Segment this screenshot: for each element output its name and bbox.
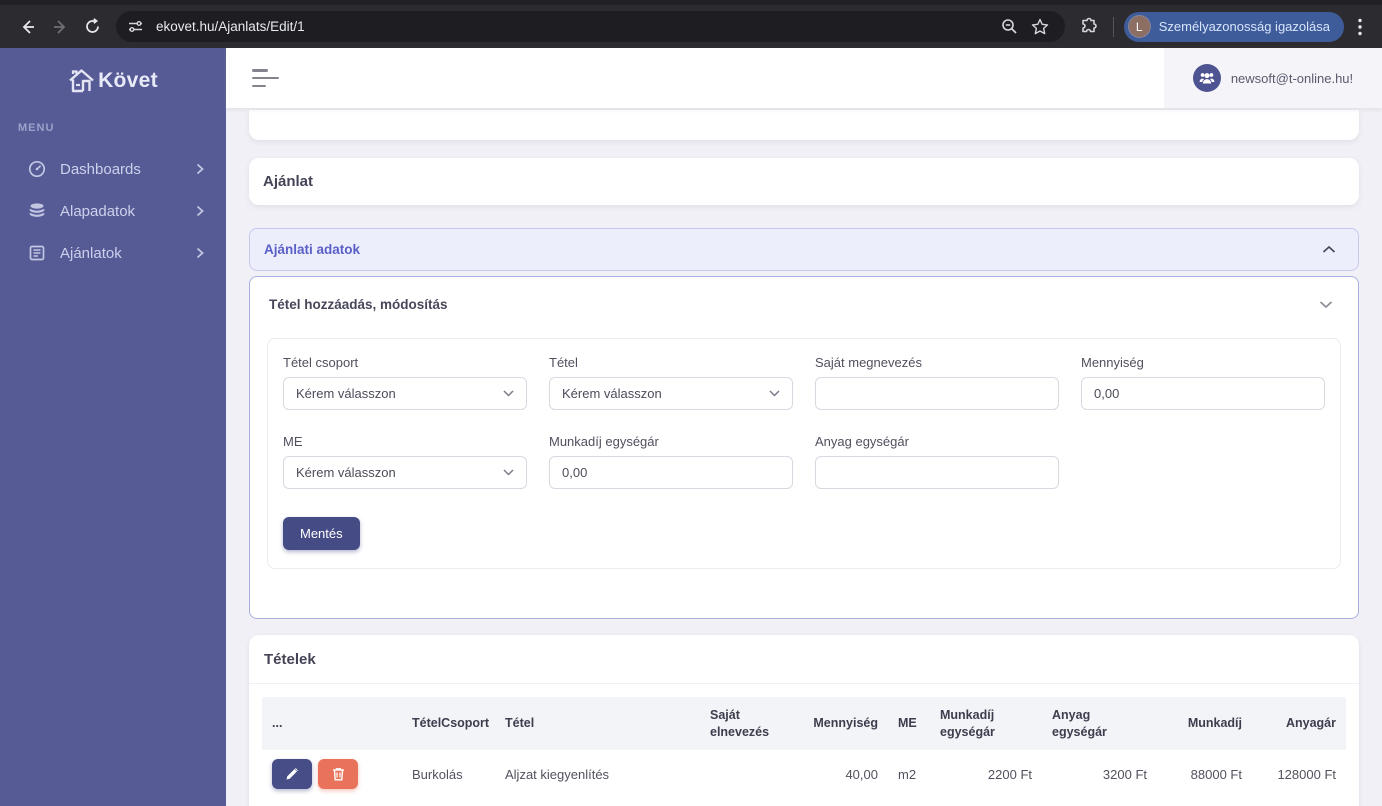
table-row: Burkolás Aljzat kiegyenlítés 40,00 m2 22…	[262, 750, 1346, 798]
bookmark-star-icon[interactable]	[1025, 14, 1055, 40]
extensions-icon[interactable]	[1073, 12, 1107, 42]
sajat-megnevezes-input[interactable]	[815, 377, 1059, 410]
cell-sajat-elnevezes	[700, 750, 795, 798]
tetel-select[interactable]: Kérem válasszon	[549, 377, 793, 410]
col-me: ME	[898, 716, 917, 731]
me-select[interactable]: Kérem válasszon	[283, 456, 527, 489]
cell-munkadij: 88000 Ft	[1157, 750, 1252, 798]
chevron-down-icon	[503, 390, 514, 397]
back-icon[interactable]	[12, 11, 44, 43]
edit-row-button[interactable]	[272, 759, 312, 789]
form-section-title: Tétel hozzáadás, módosítás	[269, 297, 448, 312]
item-form: Tétel csoport Kérem válasszon Tétel Kére…	[267, 338, 1341, 569]
save-button[interactable]: Mentés	[283, 517, 360, 550]
user-email: newsoft@t-online.hu!	[1230, 70, 1354, 86]
col-actions: ...	[272, 716, 283, 731]
field-label-tetel-csoport: Tétel csoport	[283, 355, 359, 370]
accordion-title: Ajánlati adatok	[264, 242, 361, 257]
sidebar-item-alapadatok[interactable]: Alapadatok	[0, 190, 226, 232]
house-logo-icon	[69, 69, 94, 93]
scrolled-card-edge	[249, 110, 1359, 140]
cell-munkadij-egysegar: 2200 Ft	[930, 750, 1042, 798]
field-label-mennyiseg: Mennyiség	[1081, 355, 1144, 370]
chevron-right-icon	[196, 163, 204, 175]
database-icon	[28, 202, 46, 220]
page-title: Ajánlat	[263, 173, 314, 190]
field-label-munkadij-egysegar: Munkadíj egységár	[549, 434, 659, 449]
trash-icon	[332, 768, 344, 781]
sidebar-item-dashboards[interactable]: Dashboards	[0, 148, 226, 190]
col-mennyiseg: Mennyiség	[813, 716, 878, 731]
col-anyag-egysegar: Anyag egységár	[1052, 708, 1107, 739]
col-tetelcsoport: TételCsoport	[412, 716, 490, 731]
kebab-menu-icon[interactable]	[1348, 12, 1372, 42]
chevron-down-icon[interactable]	[1319, 300, 1341, 309]
cell-mennyiseg: 40,00	[795, 750, 888, 798]
address-bar[interactable]: ekovet.hu/Ajanlats/Edit/1	[116, 11, 1065, 42]
col-tetel: Tétel	[505, 716, 535, 731]
sidebar-item-label: Alapadatok	[60, 202, 136, 220]
accordion-body: Tétel hozzáadás, módosítás Tétel csoport…	[249, 276, 1359, 619]
sidebar-item-label: Dashboards	[60, 160, 141, 178]
cell-tetelcsoport: Burkolás	[402, 750, 495, 798]
page-content: Ajánlat Ajánlati adatok Tétel hozzáadás,…	[226, 108, 1382, 806]
col-munkadij: Munkadíj	[1187, 716, 1242, 731]
mennyiseg-input[interactable]	[1081, 377, 1325, 410]
cell-anyag-egysegar: 3200 Ft	[1042, 750, 1157, 798]
profile-chip[interactable]: L Személyazonosság igazolása	[1123, 11, 1344, 42]
url-text[interactable]: ekovet.hu/Ajanlats/Edit/1	[156, 19, 995, 34]
sidebar-item-ajanlatok[interactable]: Ajánlatok	[0, 232, 226, 274]
cell-anyagar: 128000 Ft	[1252, 750, 1346, 798]
app-header: newsoft@t-online.hu!	[226, 48, 1382, 108]
pencil-icon	[286, 768, 298, 780]
sidebar-item-label: Ajánlatok	[60, 244, 122, 262]
profile-avatar: L	[1127, 15, 1151, 38]
table-title: Tételek	[264, 651, 316, 668]
page-title-card: Ajánlat	[249, 158, 1359, 205]
chevron-down-icon	[503, 469, 514, 476]
menu-toggle-icon[interactable]	[252, 69, 280, 87]
cell-me: m2	[888, 750, 930, 798]
chevron-right-icon	[196, 247, 204, 259]
col-anyagar: Anyagár	[1285, 716, 1336, 731]
anyag-egysegar-input[interactable]	[815, 456, 1059, 489]
dashboard-gauge-icon	[28, 160, 46, 178]
col-sajat-elnevezes: Saját elnevezés	[710, 708, 770, 739]
field-label-sajat-megnevezes: Saját megnevezés	[815, 355, 922, 370]
app-logo[interactable]: Követ	[0, 68, 226, 94]
select-value: Kérem válasszon	[296, 465, 396, 480]
chevron-up-icon	[1322, 245, 1344, 254]
items-table-card: Tételek ... TételCsoport Tétel Saját eln…	[249, 635, 1359, 806]
accordion-header-ajanlati-adatok[interactable]: Ajánlati adatok	[249, 228, 1359, 271]
menu-section-label: MENU	[18, 122, 55, 134]
field-label-anyag-egysegar: Anyag egységár	[815, 434, 909, 449]
toolbar-separator	[1112, 16, 1114, 37]
col-munkadij-egysegar: Munkadíj egységár	[940, 708, 995, 739]
delete-row-button[interactable]	[318, 759, 358, 789]
chevron-down-icon	[769, 390, 780, 397]
munkadij-egysegar-input[interactable]	[549, 456, 793, 489]
document-list-icon	[28, 244, 46, 262]
logo-text: Követ	[98, 69, 158, 92]
select-value: Kérem válasszon	[296, 386, 396, 401]
field-label-tetel: Tétel	[549, 355, 578, 370]
cell-tetel: Aljzat kiegyenlítés	[495, 750, 700, 798]
select-value: Kérem válasszon	[562, 386, 662, 401]
chevron-right-icon	[196, 205, 204, 217]
sidebar: Követ MENU Dashboards Alapadatok Ajánlat…	[0, 48, 226, 806]
field-label-me: ME	[283, 434, 303, 449]
user-menu[interactable]: newsoft@t-online.hu!	[1164, 48, 1382, 108]
site-info-icon[interactable]	[122, 14, 148, 40]
browser-toolbar: ekovet.hu/Ajanlats/Edit/1 L Személyazono…	[0, 0, 1382, 48]
zoom-out-icon[interactable]	[995, 14, 1025, 40]
divider	[249, 683, 1359, 684]
tetel-csoport-select[interactable]: Kérem válasszon	[283, 377, 527, 410]
profile-chip-label: Személyazonosság igazolása	[1158, 19, 1330, 34]
table-header-row: ... TételCsoport Tétel Saját elnevezés M…	[262, 697, 1346, 750]
forward-icon[interactable]	[44, 11, 76, 43]
refresh-icon[interactable]	[76, 11, 108, 43]
users-avatar-icon	[1192, 64, 1221, 92]
items-table: ... TételCsoport Tétel Saját elnevezés M…	[262, 697, 1346, 798]
